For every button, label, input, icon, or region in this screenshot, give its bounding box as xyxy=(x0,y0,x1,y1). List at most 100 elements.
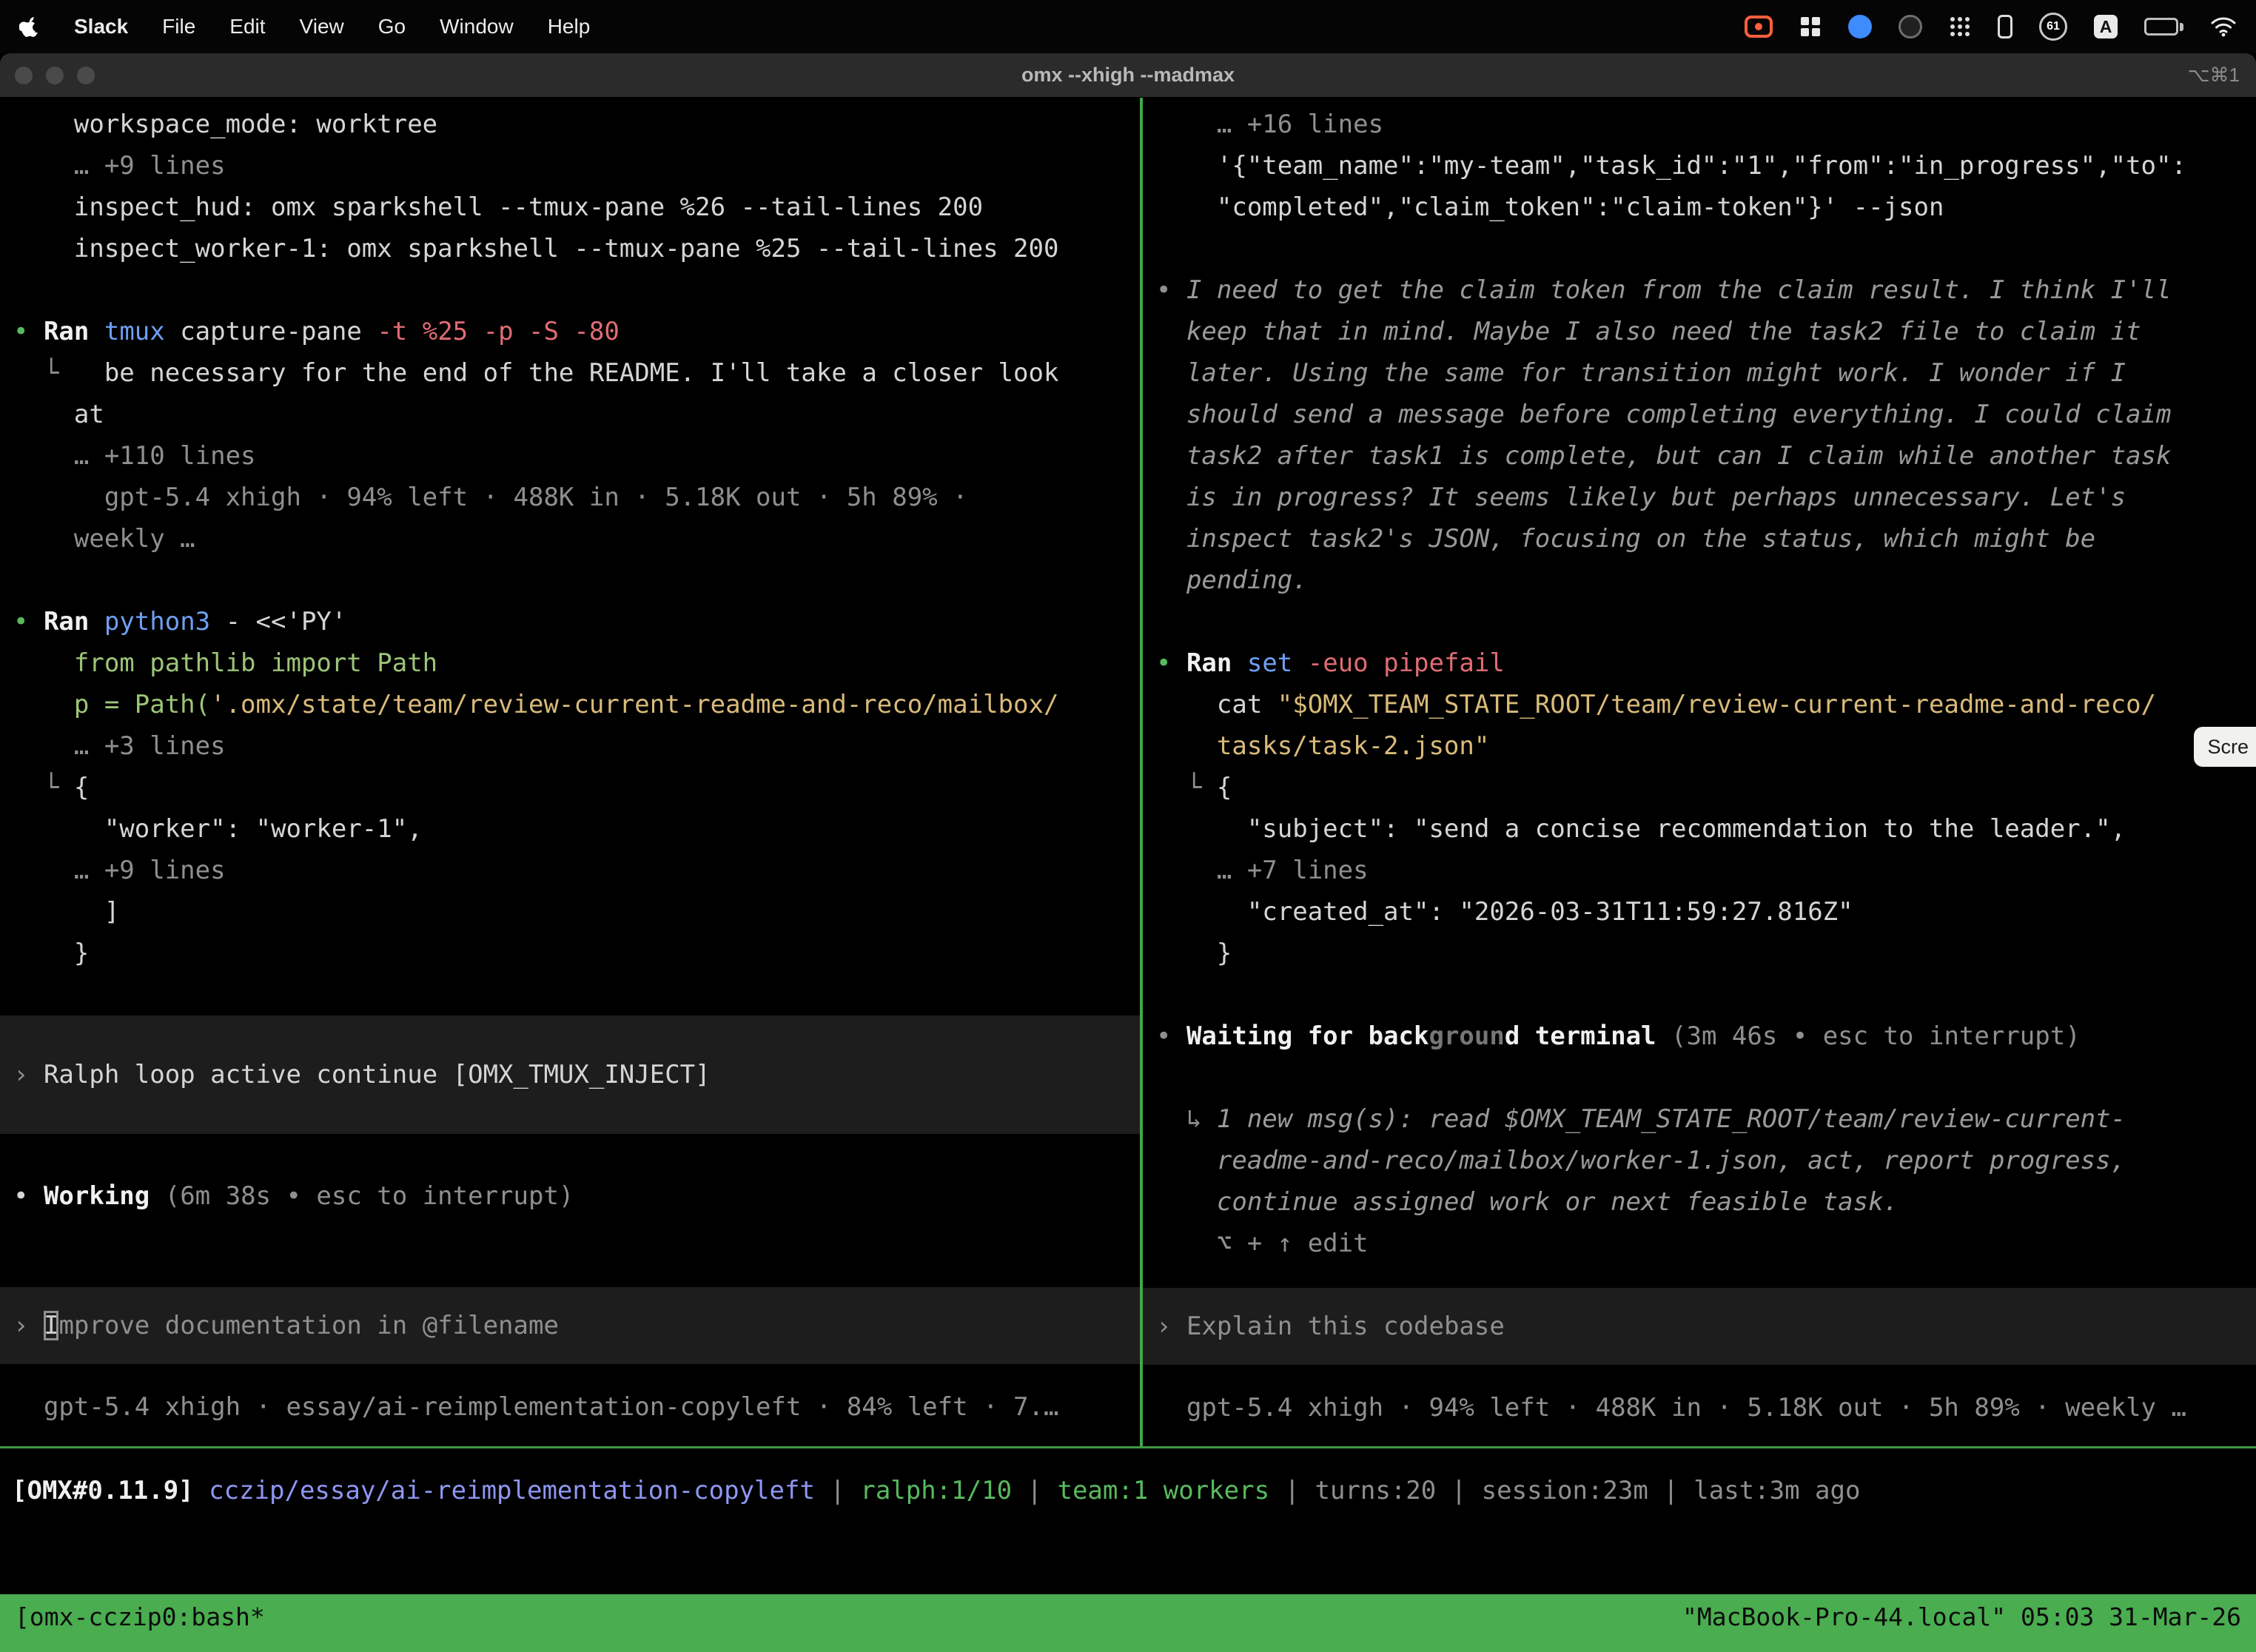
session-path: cczip/essay/ai-reimplementation-copyleft xyxy=(209,1476,815,1505)
terminal-window: omx --xhigh --madmax ⌥⌘1 workspace_mode:… xyxy=(0,53,2256,1652)
text-run: inspect_hud: omx sparkshell --tmux-pane … xyxy=(13,192,983,222)
text-run: d terminal xyxy=(1505,1021,1671,1051)
menu-edit[interactable]: Edit xyxy=(229,15,265,38)
battery-nub xyxy=(2180,23,2183,31)
text-run: Working xyxy=(44,1181,165,1211)
injected-message[interactable]: › Ralph loop active continue [OMX_TMUX_I… xyxy=(0,1015,1140,1134)
text-run: } xyxy=(13,939,89,968)
menu-view[interactable]: View xyxy=(300,15,344,38)
text-run: (3m 46s • esc to interrupt) xyxy=(1671,1021,2081,1051)
text-run: cat xyxy=(1156,690,1278,719)
terminal-line: readme-and-reco/mailbox/worker-1.json, a… xyxy=(1143,1140,2256,1181)
minimize-button[interactable] xyxy=(46,67,64,84)
tmux-session-window: [omx-cczip0:bash* xyxy=(15,1594,265,1652)
terminal-line: workspace_mode: worktree xyxy=(0,104,1140,145)
text-run: Ralph loop active continue [OMX_TMUX_INJ… xyxy=(44,1060,711,1089)
terminal-line: '{"team_name":"my-team","task_id":"1","f… xyxy=(1143,145,2256,187)
text-run: ] xyxy=(13,897,119,927)
spacer xyxy=(1143,1264,2256,1288)
dots-grid-icon[interactable] xyxy=(1949,16,1971,38)
terminal-line: at xyxy=(0,394,1140,435)
prompt-input[interactable]: › Explain this codebase xyxy=(1143,1288,2256,1365)
apple-menu-icon[interactable] xyxy=(19,15,40,39)
last-activity: last:3m ago xyxy=(1693,1476,1860,1505)
right-pane[interactable]: … +16 lines '{"team_name":"my-team","tas… xyxy=(1143,98,2256,1446)
terminal-line xyxy=(1143,974,2256,1015)
text-run: -euo pipefail xyxy=(1308,648,1505,678)
prompt-input[interactable]: › Improve documentation in @filename xyxy=(0,1287,1140,1364)
app-menu-slack[interactable]: Slack xyxy=(74,15,128,38)
text-run: should send a message before completing … xyxy=(1156,400,2171,429)
bullet: • xyxy=(1156,275,1186,305)
text-run: | xyxy=(1436,1476,1481,1505)
omx-status-pane: [OMX#0.11.9] cczip/essay/ai-reimplementa… xyxy=(0,1448,2256,1594)
desktop-screen: Slack File Edit View Go Window Help 61 A xyxy=(0,0,2256,1652)
terminal-line: "completed","claim_token":"claim-token"}… xyxy=(1143,187,2256,228)
wifi-icon[interactable] xyxy=(2210,16,2237,37)
terminal-line xyxy=(1143,601,2256,642)
input-source-icon[interactable]: A xyxy=(2094,15,2118,38)
text-run: gpt-5.4 xhigh · 94% left · 488K in · 5.1… xyxy=(1156,1393,2186,1423)
text-run: tasks/task-2.json" xyxy=(1156,731,1489,761)
terminal-line: from pathlib import Path xyxy=(0,642,1140,684)
terminal-line: • Working (6m 38s • esc to interrupt) xyxy=(0,1175,1140,1217)
text-run: be necessary for the end of the README. … xyxy=(104,358,1059,388)
zoom-button[interactable] xyxy=(77,67,95,84)
text-run: continue assigned work or next feasible … xyxy=(1156,1187,1899,1217)
text-run: inspect task2's JSON, focusing on the st… xyxy=(1156,524,2095,554)
turns-counter: turns:20 xyxy=(1315,1476,1436,1505)
battery-icon[interactable] xyxy=(2144,18,2183,36)
menu-go[interactable]: Go xyxy=(378,15,406,38)
text-run: Waiting for back xyxy=(1186,1021,1429,1051)
text-run: '{"team_name":"my-team","task_id":"1","f… xyxy=(1156,151,2186,181)
close-button[interactable] xyxy=(15,67,33,84)
terminal-line: cat "$OMX_TEAM_STATE_ROOT/team/review-cu… xyxy=(1143,684,2256,725)
text-run: | xyxy=(815,1476,860,1505)
text-run: Explain this codebase xyxy=(1186,1312,1505,1341)
terminal-line: continue assigned work or next feasible … xyxy=(1143,1181,2256,1223)
device-icon[interactable] xyxy=(1998,15,2012,38)
left-pane[interactable]: workspace_mode: worktree … +9 lines insp… xyxy=(0,98,1140,1446)
text-run: later. Using the same for transition mig… xyxy=(1156,358,2126,388)
pane-status-line: gpt-5.4 xhigh · essay/ai-reimplementatio… xyxy=(0,1386,1140,1428)
prompt-chevron: › xyxy=(13,1311,44,1340)
battery-percent-icon[interactable]: 61 xyxy=(2039,13,2067,41)
app-grid-icon[interactable] xyxy=(1799,16,1822,38)
terminal-line xyxy=(0,269,1140,311)
text-run: Ran xyxy=(1186,648,1247,678)
blue-app-icon[interactable] xyxy=(1848,15,1872,38)
terminal-line: … +110 lines xyxy=(0,435,1140,477)
terminal-line: ↳ 1 new msg(s): read $OMX_TEAM_STATE_ROO… xyxy=(1143,1098,2256,1140)
menu-window[interactable]: Window xyxy=(440,15,514,38)
screen-recording-indicator-icon[interactable] xyxy=(1745,16,1773,38)
reply-arrow: ↳ xyxy=(1156,1104,1217,1134)
screen-overlay-tooltip[interactable]: Scre xyxy=(2194,727,2256,767)
text-run: "$OMX_TEAM_STATE_ROOT/team/review-curren… xyxy=(1278,690,2156,719)
terminal-line: • Ran tmux capture-pane -t %25 -p -S -80 xyxy=(0,311,1140,352)
text-run: keep that in mind. Maybe I also need the… xyxy=(1156,317,2141,346)
battery-body xyxy=(2144,18,2178,36)
menu-file[interactable]: File xyxy=(162,15,195,38)
omx-status-line: [OMX#0.11.9] cczip/essay/ai-reimplementa… xyxy=(0,1470,2256,1511)
text-run: task2 after task1 is complete, but can I… xyxy=(1156,441,2171,471)
terminal-line: "created_at": "2026-03-31T11:59:27.816Z" xyxy=(1143,891,2256,933)
terminal-line: inspect task2's JSON, focusing on the st… xyxy=(1143,518,2256,560)
text-run: … +9 lines xyxy=(13,856,226,885)
text-run: | xyxy=(1648,1476,1693,1505)
text-run: capture-pane xyxy=(180,317,377,346)
terminal-line: pending. xyxy=(1143,560,2256,601)
spacer xyxy=(0,1364,1140,1386)
terminal-line: • Waiting for background terminal (3m 46… xyxy=(1143,1015,2256,1057)
tree-connector: └ xyxy=(1156,773,1217,802)
terminal-line: ⌥ + ↑ edit xyxy=(1143,1223,2256,1264)
terminal-line: task2 after task1 is complete, but can I… xyxy=(1143,435,2256,477)
menu-help[interactable]: Help xyxy=(548,15,591,38)
terminal-line: └ be necessary for the end of the README… xyxy=(0,352,1140,394)
text-run: -t %25 -p -S -80 xyxy=(377,317,620,346)
text-run: { xyxy=(1217,773,1232,802)
text-run: … +7 lines xyxy=(1156,856,1369,885)
text-run: workspace_mode: worktree xyxy=(13,110,437,139)
dark-app-icon[interactable] xyxy=(1899,15,1922,38)
text-run: … +16 lines xyxy=(1156,110,1383,139)
window-shortcut-hint: ⌥⌘1 xyxy=(2188,64,2240,87)
